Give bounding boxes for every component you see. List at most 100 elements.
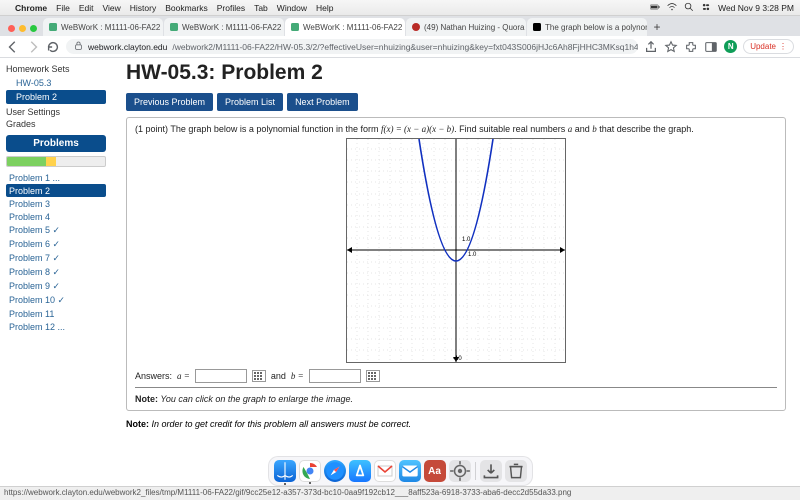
dock-dictionary[interactable]: Aa (424, 460, 446, 482)
sidebar-set-link[interactable]: HW-05.3 (6, 76, 106, 90)
problem-prompt: (1 point) The graph below is a polynomia… (135, 124, 777, 134)
url-domain: webwork.clayton.edu (88, 42, 167, 52)
keypad-b-icon[interactable] (366, 370, 380, 382)
sidebar-current-problem[interactable]: Problem 2 (6, 90, 106, 104)
tab-1[interactable]: WeBWorK : M1111-06-FA22× (43, 18, 163, 36)
previous-problem-button[interactable]: Previous Problem (126, 93, 213, 111)
url-path: /webwork2/M1111-06-FA22/HW-05.3/2/?effec… (172, 42, 638, 52)
dock-system-settings[interactable] (449, 460, 471, 482)
problem-list-button[interactable]: Problem List (217, 93, 283, 111)
extensions-icon[interactable] (684, 40, 698, 54)
dock-gmail[interactable] (374, 460, 396, 482)
profile-avatar[interactable]: N (724, 40, 737, 53)
svg-text:1.0: 1.0 (468, 252, 477, 258)
menu-profiles[interactable]: Profiles (217, 3, 245, 13)
window-controls[interactable] (4, 25, 43, 36)
problem-link-11[interactable]: Problem 11 (6, 307, 106, 320)
back-button[interactable] (6, 40, 20, 54)
problem-box: (1 point) The graph below is a polynomia… (126, 117, 786, 411)
tab-4[interactable]: (49) Nathan Huizing - Quora× (406, 18, 526, 36)
menu-tab[interactable]: Tab (254, 3, 268, 13)
problem-link-5[interactable]: Problem 5 ✓ (6, 223, 106, 237)
menu-bookmarks[interactable]: Bookmarks (165, 3, 208, 13)
status-bar-link-preview: https://webwork.clayton.edu/webwork2_fil… (0, 486, 800, 500)
problem-graph[interactable]: 1.0 1.0 -10 (346, 138, 566, 363)
b-label: b = (291, 371, 304, 381)
dock-trash[interactable] (505, 460, 527, 482)
svg-text:1.0: 1.0 (462, 237, 471, 243)
wifi-icon (667, 2, 677, 14)
dock-safari[interactable] (324, 460, 346, 482)
a-label: a = (177, 371, 190, 381)
control-center-icon[interactable] (701, 2, 711, 14)
problem-link-6[interactable]: Problem 6 ✓ (6, 237, 106, 251)
reload-button[interactable] (46, 40, 60, 54)
menu-view[interactable]: View (102, 3, 120, 13)
problem-link-3[interactable]: Problem 3 (6, 197, 106, 210)
webwork-favicon (170, 23, 178, 31)
minimize-window-icon[interactable] (19, 25, 26, 32)
and-label: and (271, 371, 286, 381)
sidebar: Homework Sets HW-05.3 Problem 2 User Set… (0, 58, 112, 486)
keypad-a-icon[interactable] (252, 370, 266, 382)
sidebar-problems-header: Problems (6, 135, 106, 152)
svg-text:-10: -10 (453, 356, 462, 362)
dock-mail[interactable] (399, 460, 421, 482)
address-bar[interactable]: webwork.clayton.edu/webwork2/M1111-06-FA… (66, 39, 638, 54)
dock-finder[interactable] (274, 460, 296, 482)
problem-link-10[interactable]: Problem 10 ✓ (6, 293, 106, 307)
dock-chrome[interactable] (299, 460, 321, 482)
zoom-window-icon[interactable] (30, 25, 37, 32)
forward-button[interactable] (26, 40, 40, 54)
webwork-favicon (291, 23, 299, 31)
quora-favicon (412, 23, 420, 31)
next-problem-button[interactable]: Next Problem (287, 93, 358, 111)
sidebar-grades[interactable]: Grades (6, 119, 106, 129)
menu-file[interactable]: File (56, 3, 70, 13)
app-name[interactable]: Chrome (15, 3, 47, 13)
search-icon[interactable] (684, 2, 694, 14)
chrome-tabstrip: WeBWorK : M1111-06-FA22× WeBWorK : M1111… (0, 16, 800, 36)
lock-icon (74, 41, 83, 52)
page-title: HW-05.3: Problem 2 (126, 61, 786, 85)
share-icon[interactable] (644, 40, 658, 54)
macos-dock[interactable]: Aa (268, 456, 533, 486)
bookmark-icon[interactable] (664, 40, 678, 54)
problem-link-9[interactable]: Problem 9 ✓ (6, 279, 106, 293)
battery-icon (650, 2, 660, 14)
mac-menubar: Chrome File Edit View History Bookmarks … (0, 0, 800, 16)
main-content: HW-05.3: Problem 2 Previous Problem Prob… (112, 58, 800, 486)
note-2: Note: In order to get credit for this pr… (126, 419, 786, 429)
progress-green (7, 157, 46, 166)
sidebar-user-settings[interactable]: User Settings (6, 107, 106, 117)
menu-history[interactable]: History (130, 3, 156, 13)
tab-2[interactable]: WeBWorK : M1111-06-FA22 : H× (164, 18, 284, 36)
dock-downloads[interactable] (480, 460, 502, 482)
progress-yellow (46, 157, 56, 166)
tab-5[interactable]: The graph below is a polynom× (527, 18, 647, 36)
chrome-toolbar: webwork.clayton.edu/webwork2/M1111-06-FA… (0, 36, 800, 58)
brainly-favicon (533, 23, 541, 31)
menu-window[interactable]: Window (277, 3, 307, 13)
update-button[interactable]: Update⋮ (743, 39, 794, 54)
problem-link-7[interactable]: Problem 7 ✓ (6, 251, 106, 265)
new-tab-button[interactable]: + (650, 20, 664, 34)
close-window-icon[interactable] (8, 25, 15, 32)
answer-b-input[interactable] (309, 369, 361, 383)
menu-edit[interactable]: Edit (79, 3, 94, 13)
problem-link-8[interactable]: Problem 8 ✓ (6, 265, 106, 279)
progress-bar (6, 156, 106, 167)
problem-link-1[interactable]: Problem 1 ... (6, 171, 106, 184)
problem-link-12[interactable]: Problem 12 ... (6, 320, 106, 333)
answer-a-input[interactable] (195, 369, 247, 383)
menu-help[interactable]: Help (316, 3, 333, 13)
side-panel-icon[interactable] (704, 40, 718, 54)
dock-appstore[interactable] (349, 460, 371, 482)
webwork-favicon (49, 23, 57, 31)
answer-row: Answers: a = and b = (135, 369, 777, 383)
answers-label: Answers: (135, 371, 172, 381)
tab-3-active[interactable]: WeBWorK : M1111-06-FA22 : H× (285, 18, 405, 36)
problem-link-2[interactable]: Problem 2 (6, 184, 106, 197)
sidebar-homework-sets[interactable]: Homework Sets (6, 64, 106, 74)
problem-link-4[interactable]: Problem 4 (6, 210, 106, 223)
